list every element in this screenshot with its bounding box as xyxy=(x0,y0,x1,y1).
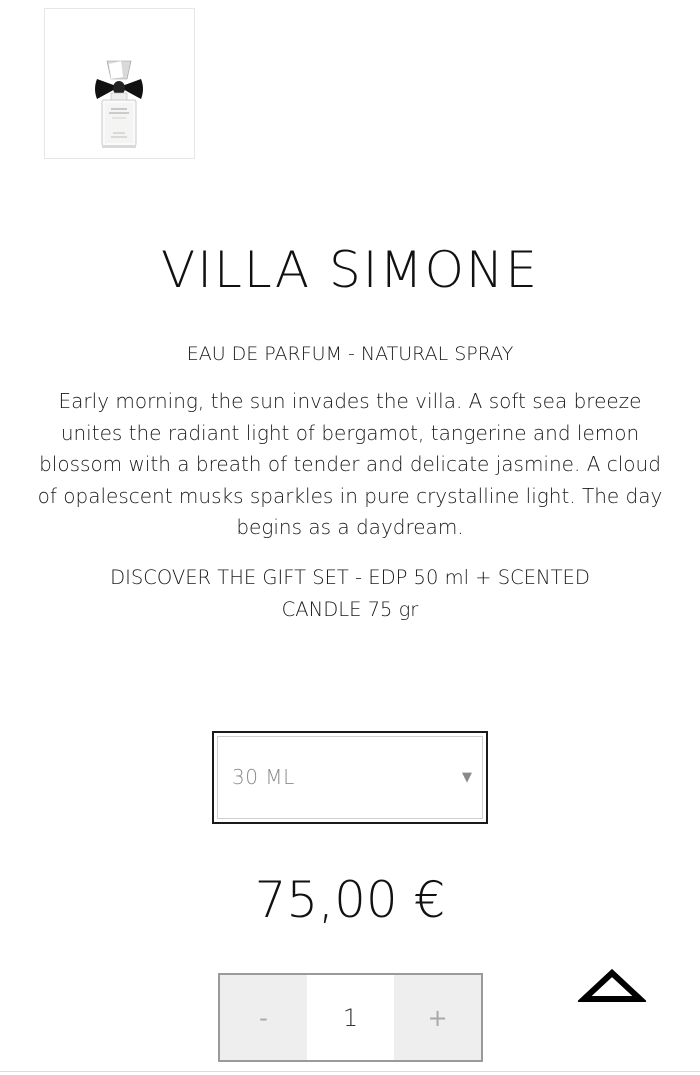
quantity-decrease-button[interactable]: - xyxy=(220,975,307,1060)
product-description: Early morning, the sun invades the villa… xyxy=(37,389,663,539)
product-price: 75,00 € xyxy=(254,871,446,929)
product-thumbnail[interactable] xyxy=(44,8,195,159)
triangle-up-icon xyxy=(576,968,648,1002)
size-select-value: 30 ML xyxy=(232,765,295,789)
size-select[interactable]: 30 ML ▼ xyxy=(212,731,488,824)
scroll-to-top-button[interactable] xyxy=(576,968,648,1008)
bottom-divider xyxy=(0,1071,700,1072)
product-subtitle: EAU DE PARFUM - NATURAL SPRAY xyxy=(186,343,514,365)
product-title: VILLA SIMONE xyxy=(161,241,539,299)
quantity-stepper: - 1 + xyxy=(218,973,483,1062)
perfume-bottle-icon xyxy=(95,60,143,148)
quantity-increase-button[interactable]: + xyxy=(394,975,481,1060)
chevron-down-icon: ▼ xyxy=(462,770,472,785)
gift-set-link[interactable]: DISCOVER THE GIFT SET - EDP 50 ml + SCEN… xyxy=(70,562,630,625)
quantity-input[interactable]: 1 xyxy=(307,975,394,1060)
